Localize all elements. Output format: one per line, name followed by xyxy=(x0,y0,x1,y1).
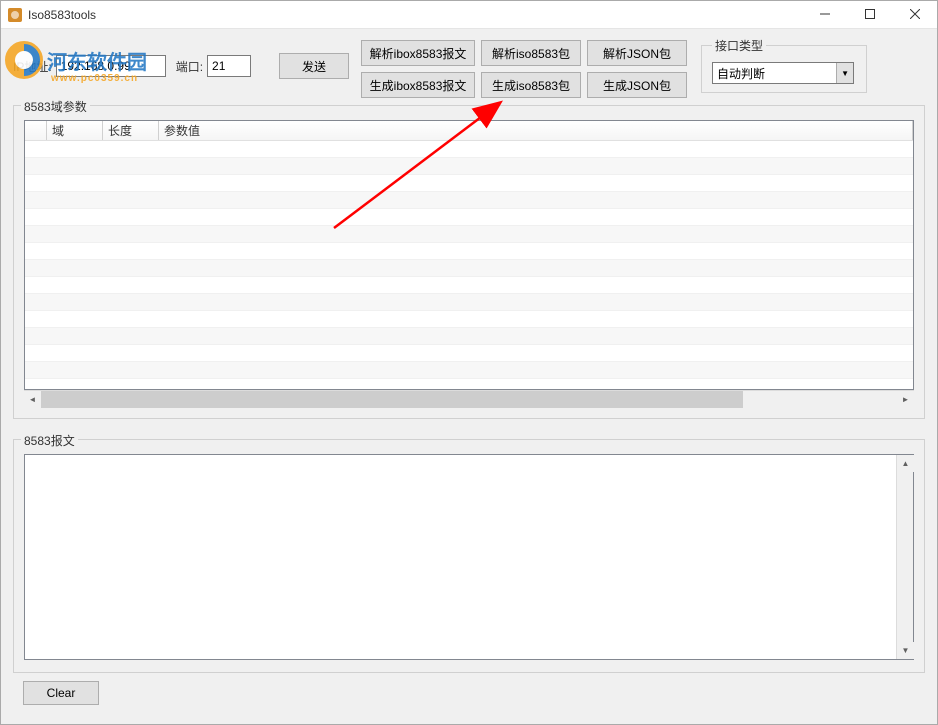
send-button[interactable]: 发送 xyxy=(279,53,349,79)
action-button-grid: 解析ibox8583报文 解析iso8583包 解析JSON包 生成ibox85… xyxy=(361,40,687,98)
table-row[interactable] xyxy=(25,311,913,328)
field-params-table[interactable]: 域 长度 参数值 xyxy=(24,120,914,390)
table-row[interactable] xyxy=(25,158,913,175)
generate-ibox8583-button[interactable]: 生成ibox8583报文 xyxy=(361,72,475,98)
message-textarea[interactable]: ▲ ▼ xyxy=(24,454,914,660)
close-button[interactable] xyxy=(892,1,937,27)
table-row[interactable] xyxy=(25,277,913,294)
toolbar-row: IP地址: 端口: 发送 解析ibox8583报文 解析iso8583包 解析J… xyxy=(13,37,925,99)
table-header-row: 域 长度 参数值 xyxy=(25,121,913,141)
parse-iso8583-button[interactable]: 解析iso8583包 xyxy=(481,40,581,66)
message-content[interactable] xyxy=(25,455,896,659)
table-row[interactable] xyxy=(25,192,913,209)
clear-button[interactable]: Clear xyxy=(23,681,99,705)
scroll-down-icon[interactable]: ▼ xyxy=(897,642,914,659)
table-body xyxy=(25,141,913,389)
field-params-group: 8583域参数 域 长度 参数值 xyxy=(13,105,925,419)
vertical-scrollbar[interactable]: ▲ ▼ xyxy=(896,455,913,659)
scroll-track[interactable] xyxy=(41,391,897,408)
generate-iso8583-button[interactable]: 生成iso8583包 xyxy=(481,72,581,98)
chevron-down-icon: ▼ xyxy=(836,63,853,83)
interface-type-group: 接口类型 自动判断 ▼ xyxy=(701,37,867,93)
app-window: Iso8583tools 河东软件园 www.pc0359.cn xyxy=(0,0,938,725)
scroll-thumb[interactable] xyxy=(41,391,743,408)
window-title: Iso8583tools xyxy=(28,8,96,22)
interface-type-value: 自动判断 xyxy=(713,63,836,83)
table-row[interactable] xyxy=(25,226,913,243)
col-header-length[interactable]: 长度 xyxy=(103,121,159,140)
ip-label: IP地址: xyxy=(13,58,52,75)
scroll-left-icon[interactable]: ◄ xyxy=(24,391,41,408)
table-row[interactable] xyxy=(25,294,913,311)
col-header-field[interactable]: 域 xyxy=(47,121,103,140)
table-row[interactable] xyxy=(25,243,913,260)
scroll-right-icon[interactable]: ► xyxy=(897,391,914,408)
message-legend: 8583报文 xyxy=(21,432,78,449)
port-input[interactable] xyxy=(207,55,251,77)
window-controls xyxy=(802,1,937,29)
table-row[interactable] xyxy=(25,260,913,277)
generate-json-button[interactable]: 生成JSON包 xyxy=(587,72,687,98)
connection-section: IP地址: 端口: xyxy=(13,55,251,77)
app-icon xyxy=(7,7,23,23)
minimize-button[interactable] xyxy=(802,1,847,27)
interface-type-combo[interactable]: 自动判断 ▼ xyxy=(712,62,854,84)
scroll-up-icon[interactable]: ▲ xyxy=(897,455,914,472)
table-row[interactable] xyxy=(25,328,913,345)
table-row[interactable] xyxy=(25,209,913,226)
field-params-legend: 8583域参数 xyxy=(21,98,90,115)
titlebar: Iso8583tools xyxy=(1,1,937,29)
maximize-button[interactable] xyxy=(847,1,892,27)
scroll-track[interactable] xyxy=(897,472,913,642)
table-row[interactable] xyxy=(25,345,913,362)
parse-json-button[interactable]: 解析JSON包 xyxy=(587,40,687,66)
table-row[interactable] xyxy=(25,141,913,158)
ip-input[interactable] xyxy=(56,55,166,77)
client-area: 河东软件园 www.pc0359.cn IP地址: 端口: 发送 解析ibox8… xyxy=(1,29,937,724)
col-header-value[interactable]: 参数值 xyxy=(159,121,913,140)
col-header-blank[interactable] xyxy=(25,121,47,140)
table-row[interactable] xyxy=(25,362,913,379)
port-label: 端口: xyxy=(176,58,203,75)
horizontal-scrollbar[interactable]: ◄ ► xyxy=(24,390,914,407)
parse-ibox8583-button[interactable]: 解析ibox8583报文 xyxy=(361,40,475,66)
interface-type-legend: 接口类型 xyxy=(712,37,766,54)
table-row[interactable] xyxy=(25,175,913,192)
message-group: 8583报文 ▲ ▼ xyxy=(13,439,925,673)
